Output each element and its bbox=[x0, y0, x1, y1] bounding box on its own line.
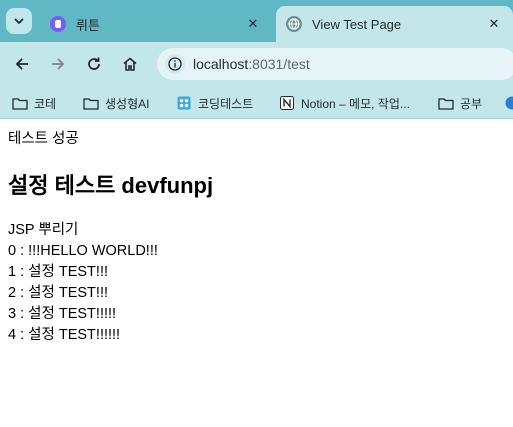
bookmark-item[interactable] bbox=[504, 92, 513, 114]
close-icon[interactable]: ✕ bbox=[244, 15, 262, 33]
url-path: :8031/test bbox=[248, 56, 310, 72]
list-item: 3 : 설정 TEST!!!!! bbox=[8, 306, 117, 322]
tab-wrtn[interactable]: 뤼튼 ✕ bbox=[40, 6, 272, 42]
folder-icon bbox=[12, 96, 28, 110]
home-button[interactable] bbox=[116, 50, 144, 78]
forward-button[interactable] bbox=[44, 50, 72, 78]
browser-toolbar: localhost:8031/test bbox=[0, 42, 513, 86]
bookmark-label: 공부 bbox=[460, 96, 483, 111]
url-text: localhost:8031/test bbox=[193, 56, 310, 72]
bookmark-label: 코테 bbox=[34, 96, 57, 111]
arrow-left-icon bbox=[15, 58, 28, 70]
tab-title: View Test Page bbox=[312, 16, 402, 32]
chevron-down-icon bbox=[14, 18, 24, 25]
page-heading: 설정 테스트 devfunpj bbox=[8, 173, 214, 198]
bookmarks-bar: 코테 생성형AI 코딩테스트 Notion – 메모, 작업... 공부 bbox=[0, 86, 513, 119]
bookmark-item[interactable]: 코딩테스트 bbox=[176, 92, 253, 114]
bookmark-item[interactable]: Notion – 메모, 작업... bbox=[279, 92, 410, 114]
globe-icon bbox=[504, 96, 513, 110]
grid-icon bbox=[176, 96, 192, 110]
tab-view-test-page[interactable]: View Test Page ✕ bbox=[276, 6, 513, 42]
subtitle-text: JSP 뿌리기 bbox=[8, 222, 79, 238]
globe-icon bbox=[286, 16, 302, 32]
list-item: 1 : 설정 TEST!!! bbox=[8, 264, 109, 280]
bookmark-item[interactable]: 생성형AI bbox=[83, 92, 149, 114]
close-icon[interactable]: ✕ bbox=[485, 15, 503, 33]
folder-icon bbox=[83, 96, 99, 110]
back-button[interactable] bbox=[8, 50, 36, 78]
tab-strip: 뤼튼 ✕ View Test Page ✕ bbox=[0, 0, 513, 42]
page-content: 테스트 성공 설정 테스트 devfunpj JSP 뿌리기 0 : !!!HE… bbox=[8, 120, 508, 346]
tab-title: 뤼튼 bbox=[76, 17, 100, 33]
arrow-right-icon bbox=[52, 58, 65, 70]
site-info-icon[interactable] bbox=[165, 54, 185, 74]
notion-icon bbox=[279, 96, 295, 110]
list-item: 2 : 설정 TEST!!! bbox=[8, 285, 109, 301]
bookmark-label: Notion – 메모, 작업... bbox=[301, 96, 410, 111]
folder-icon bbox=[438, 96, 454, 110]
bookmark-label: 생성형AI bbox=[105, 96, 150, 111]
bookmark-item[interactable]: 공부 bbox=[438, 92, 482, 114]
home-icon bbox=[123, 57, 137, 71]
list-item: 4 : 설정 TEST!!!!!! bbox=[8, 327, 121, 343]
reload-icon bbox=[88, 57, 100, 70]
status-text: 테스트 성공 bbox=[8, 131, 79, 147]
bookmark-item[interactable]: 코테 bbox=[12, 92, 56, 114]
tab-search-button[interactable] bbox=[6, 8, 32, 34]
wrtn-icon bbox=[50, 16, 66, 32]
reload-button[interactable] bbox=[80, 50, 108, 78]
address-bar[interactable]: localhost:8031/test bbox=[157, 48, 513, 80]
url-host: localhost bbox=[193, 56, 249, 72]
list-item: 0 : !!!HELLO WORLD!!! bbox=[8, 243, 158, 259]
bookmark-label: 코딩테스트 bbox=[198, 96, 254, 111]
